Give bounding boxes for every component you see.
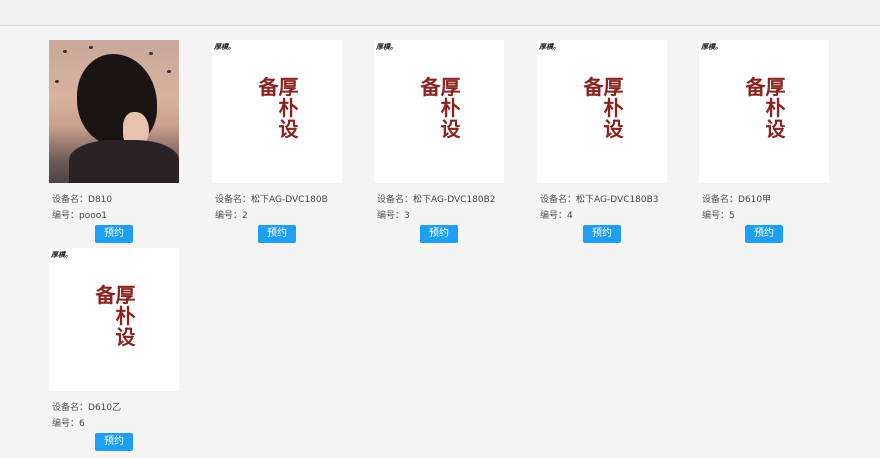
- logo-text: 厚朴设备: [580, 75, 624, 139]
- device-photo[interactable]: [49, 40, 179, 183]
- logo-text: 厚朴设备: [742, 75, 786, 139]
- device-info: 设备名：松下AG-DVC180B 编号：2: [212, 192, 342, 224]
- id-label: 编号：: [702, 211, 730, 221]
- id-label: 编号：: [52, 211, 80, 221]
- device-id: 5: [729, 211, 735, 221]
- id-label: 编号：: [52, 419, 80, 429]
- device-logo-image[interactable]: 厚樸。 厚朴设备: [537, 40, 667, 183]
- device-name-line: 设备名：松下AG-DVC180B3: [540, 192, 667, 208]
- id-label: 编号：: [215, 211, 243, 221]
- name-label: 设备名：: [702, 195, 739, 205]
- reserve-button[interactable]: 预约: [420, 225, 458, 243]
- device-logo-image[interactable]: 厚樸。 厚朴设备: [212, 40, 342, 183]
- device-name-line: 设备名：D810: [52, 192, 179, 208]
- name-label: 设备名：: [52, 403, 89, 413]
- reserve-button[interactable]: 预约: [95, 433, 133, 451]
- device-name: D610甲: [738, 195, 772, 205]
- decoration-dot: [63, 50, 67, 53]
- logo-text: 厚朴设备: [92, 283, 136, 347]
- device-card: 设备名：D810 编号：pooo1 预约: [49, 40, 179, 243]
- device-info: 设备名：松下AG-DVC180B2 编号：3: [374, 192, 504, 224]
- decoration-dot: [149, 52, 153, 55]
- device-id: 2: [242, 211, 248, 221]
- logo-corner-text: 厚樸。: [539, 42, 560, 51]
- device-card: 厚樸。 厚朴设备 设备名：D610甲 编号：5 预约: [699, 40, 829, 243]
- name-label: 设备名：: [215, 195, 252, 205]
- device-id: 4: [567, 211, 573, 221]
- device-name: 松下AG-DVC180B2: [413, 195, 496, 205]
- device-card: 厚樸。 厚朴设备 设备名：松下AG-DVC180B3 编号：4 预约: [537, 40, 667, 243]
- device-id-line: 编号：3: [377, 208, 504, 224]
- device-id-line: 编号：2: [215, 208, 342, 224]
- device-logo-image[interactable]: 厚樸。 厚朴设备: [374, 40, 504, 183]
- device-id-line: 编号：4: [540, 208, 667, 224]
- device-card: 厚樸。 厚朴设备 设备名：松下AG-DVC180B2 编号：3 预约: [374, 40, 504, 243]
- logo-corner-text: 厚樸。: [701, 42, 722, 51]
- device-name: 松下AG-DVC180B3: [576, 195, 659, 205]
- device-id: 3: [404, 211, 410, 221]
- device-id: 6: [79, 419, 85, 429]
- device-name-line: 设备名：松下AG-DVC180B2: [377, 192, 504, 208]
- name-label: 设备名：: [52, 195, 89, 205]
- device-info: 设备名：松下AG-DVC180B3 编号：4: [537, 192, 667, 224]
- device-name: D810: [88, 195, 113, 205]
- device-id-line: 编号：6: [52, 416, 179, 432]
- id-label: 编号：: [377, 211, 405, 221]
- id-label: 编号：: [540, 211, 568, 221]
- decoration-dot: [89, 46, 93, 49]
- name-label: 设备名：: [540, 195, 577, 205]
- top-bar: [0, 0, 880, 26]
- logo-corner-text: 厚樸。: [376, 42, 397, 51]
- device-card: 厚樸。 厚朴设备 设备名：松下AG-DVC180B 编号：2 预约: [212, 40, 342, 243]
- device-info: 设备名：D810 编号：pooo1: [49, 192, 179, 224]
- reserve-button[interactable]: 预约: [583, 225, 621, 243]
- reserve-button[interactable]: 预约: [258, 225, 296, 243]
- device-logo-image[interactable]: 厚樸。 厚朴设备: [699, 40, 829, 183]
- logo-corner-text: 厚樸。: [51, 250, 72, 259]
- device-id-line: 编号：pooo1: [52, 208, 179, 224]
- decoration-dot: [167, 70, 171, 73]
- device-info: 设备名：D610乙 编号：6: [49, 400, 179, 432]
- device-id: pooo1: [79, 211, 107, 221]
- decoration-dot: [55, 80, 59, 83]
- logo-text: 厚朴设备: [417, 75, 461, 139]
- device-info: 设备名：D610甲 编号：5: [699, 192, 829, 224]
- logo-text: 厚朴设备: [255, 75, 299, 139]
- device-name: 松下AG-DVC180B: [251, 195, 328, 205]
- device-name: D610乙: [88, 403, 122, 413]
- device-logo-image[interactable]: 厚樸。 厚朴设备: [49, 248, 179, 391]
- device-name-line: 设备名：D610甲: [702, 192, 829, 208]
- device-card: 厚樸。 厚朴设备 设备名：D610乙 编号：6 预约: [49, 248, 179, 451]
- figure-body: [69, 140, 179, 183]
- reserve-button[interactable]: 预约: [745, 225, 783, 243]
- device-id-line: 编号：5: [702, 208, 829, 224]
- name-label: 设备名：: [377, 195, 414, 205]
- logo-corner-text: 厚樸。: [214, 42, 235, 51]
- reserve-button[interactable]: 预约: [95, 225, 133, 243]
- device-name-line: 设备名：松下AG-DVC180B: [215, 192, 342, 208]
- device-name-line: 设备名：D610乙: [52, 400, 179, 416]
